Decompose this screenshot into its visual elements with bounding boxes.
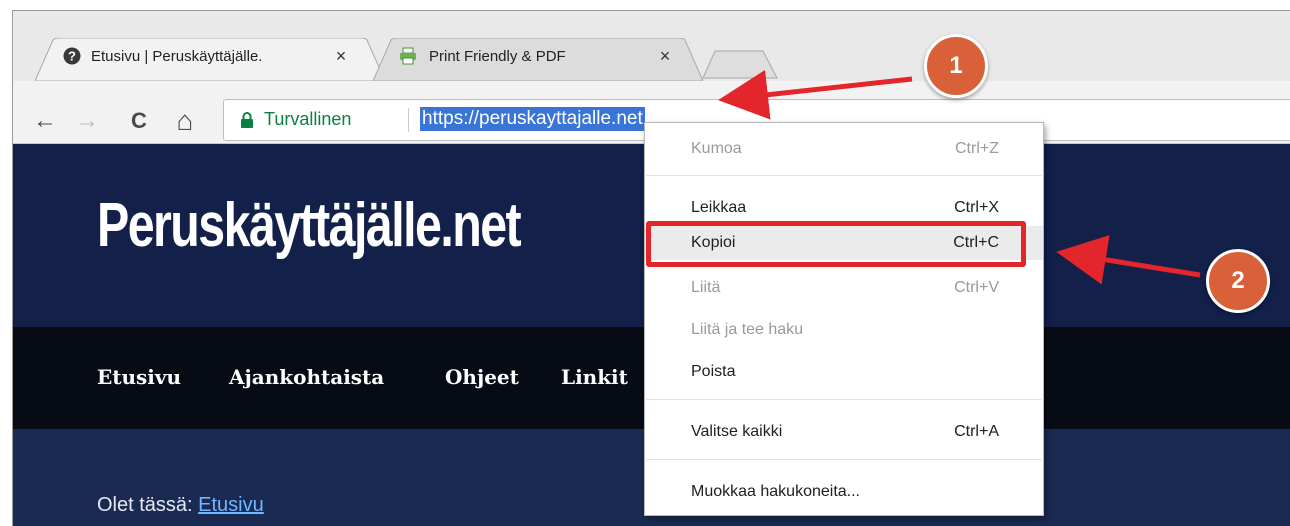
printer-icon	[399, 47, 417, 65]
menu-item-select-all[interactable]: Valitse kaikki Ctrl+A	[645, 415, 1043, 449]
help-circle-icon: ?	[63, 47, 81, 65]
menu-item-paste-and-search[interactable]: Liitä ja tee haku	[645, 313, 1043, 347]
menu-item-shortcut: Ctrl+Z	[955, 140, 999, 157]
menu-item-edit-search-engines[interactable]: Muokkaa hakukoneita...	[645, 475, 1043, 509]
tab-print-friendly[interactable]: Print Friendly & PDF ×	[373, 38, 703, 81]
callout-number-2: 2	[1206, 249, 1270, 313]
screenshot: ? Etusivu | Peruskäyttäjälle. × Print Fr…	[0, 0, 1290, 526]
menu-item-undo[interactable]: Kumoa Ctrl+Z	[645, 132, 1043, 166]
breadcrumb-prefix: Olet tässä:	[97, 494, 199, 516]
menu-item-label: Liitä ja tee haku	[691, 321, 804, 338]
tab-close-icon[interactable]: ×	[655, 46, 675, 66]
nav-item-ohjeet[interactable]: Ohjeet	[445, 365, 519, 389]
nav-item-ajankohtaista[interactable]: Ajankohtaista	[229, 365, 384, 389]
breadcrumb-link-etusivu[interactable]: Etusivu	[198, 494, 264, 516]
menu-item-cut[interactable]: Leikkaa Ctrl+X	[645, 191, 1043, 225]
home-icon[interactable]: ⌂	[171, 107, 199, 135]
menu-separator	[646, 399, 1042, 400]
tab-title: Print Friendly & PDF	[429, 48, 566, 65]
menu-item-shortcut: Ctrl+X	[954, 199, 999, 216]
site-title[interactable]: Peruskäyttäjälle.net	[97, 190, 522, 261]
tab-close-icon[interactable]: ×	[331, 46, 351, 66]
url-text-selected[interactable]: https://peruskayttajalle.net	[420, 107, 645, 131]
menu-item-label: Poista	[691, 363, 736, 380]
menu-item-label: Liitä	[691, 279, 721, 296]
breadcrumb: Olet tässä: Etusivu	[97, 494, 264, 517]
svg-text:?: ?	[68, 49, 76, 64]
menu-item-label: Valitse kaikki	[691, 423, 783, 440]
callout-number-1: 1	[924, 34, 988, 98]
reload-icon[interactable]: C	[125, 107, 153, 135]
address-separator	[408, 108, 409, 132]
menu-item-paste[interactable]: Liitä Ctrl+V	[645, 271, 1043, 305]
nav-item-etusivu[interactable]: Etusivu	[97, 365, 181, 389]
new-tab-button[interactable]	[701, 49, 779, 79]
nav-item-linkit[interactable]: Linkit	[561, 365, 628, 389]
forward-arrow-icon[interactable]: →	[73, 107, 101, 135]
highlight-box-copy	[646, 221, 1026, 267]
tab-etusivu[interactable]: ? Etusivu | Peruskäyttäjälle. ×	[35, 38, 385, 81]
context-menu: Kumoa Ctrl+Z Leikkaa Ctrl+X Kopioi Ctrl+…	[644, 122, 1044, 516]
menu-item-label: Leikkaa	[691, 199, 747, 216]
menu-separator	[646, 459, 1042, 460]
tab-title: Etusivu | Peruskäyttäjälle.	[91, 48, 263, 65]
back-arrow-icon[interactable]: ←	[31, 107, 59, 135]
menu-item-delete[interactable]: Poista	[645, 355, 1043, 389]
security-label: Turvallinen	[264, 109, 352, 129]
lock-icon	[240, 112, 254, 128]
menu-separator	[646, 175, 1042, 176]
menu-item-shortcut: Ctrl+A	[954, 423, 999, 440]
tab-strip: ? Etusivu | Peruskäyttäjälle. × Print Fr…	[13, 11, 1290, 81]
menu-item-label: Kumoa	[691, 140, 742, 157]
menu-item-shortcut: Ctrl+V	[954, 279, 999, 296]
menu-item-label: Muokkaa hakukoneita...	[691, 483, 860, 500]
